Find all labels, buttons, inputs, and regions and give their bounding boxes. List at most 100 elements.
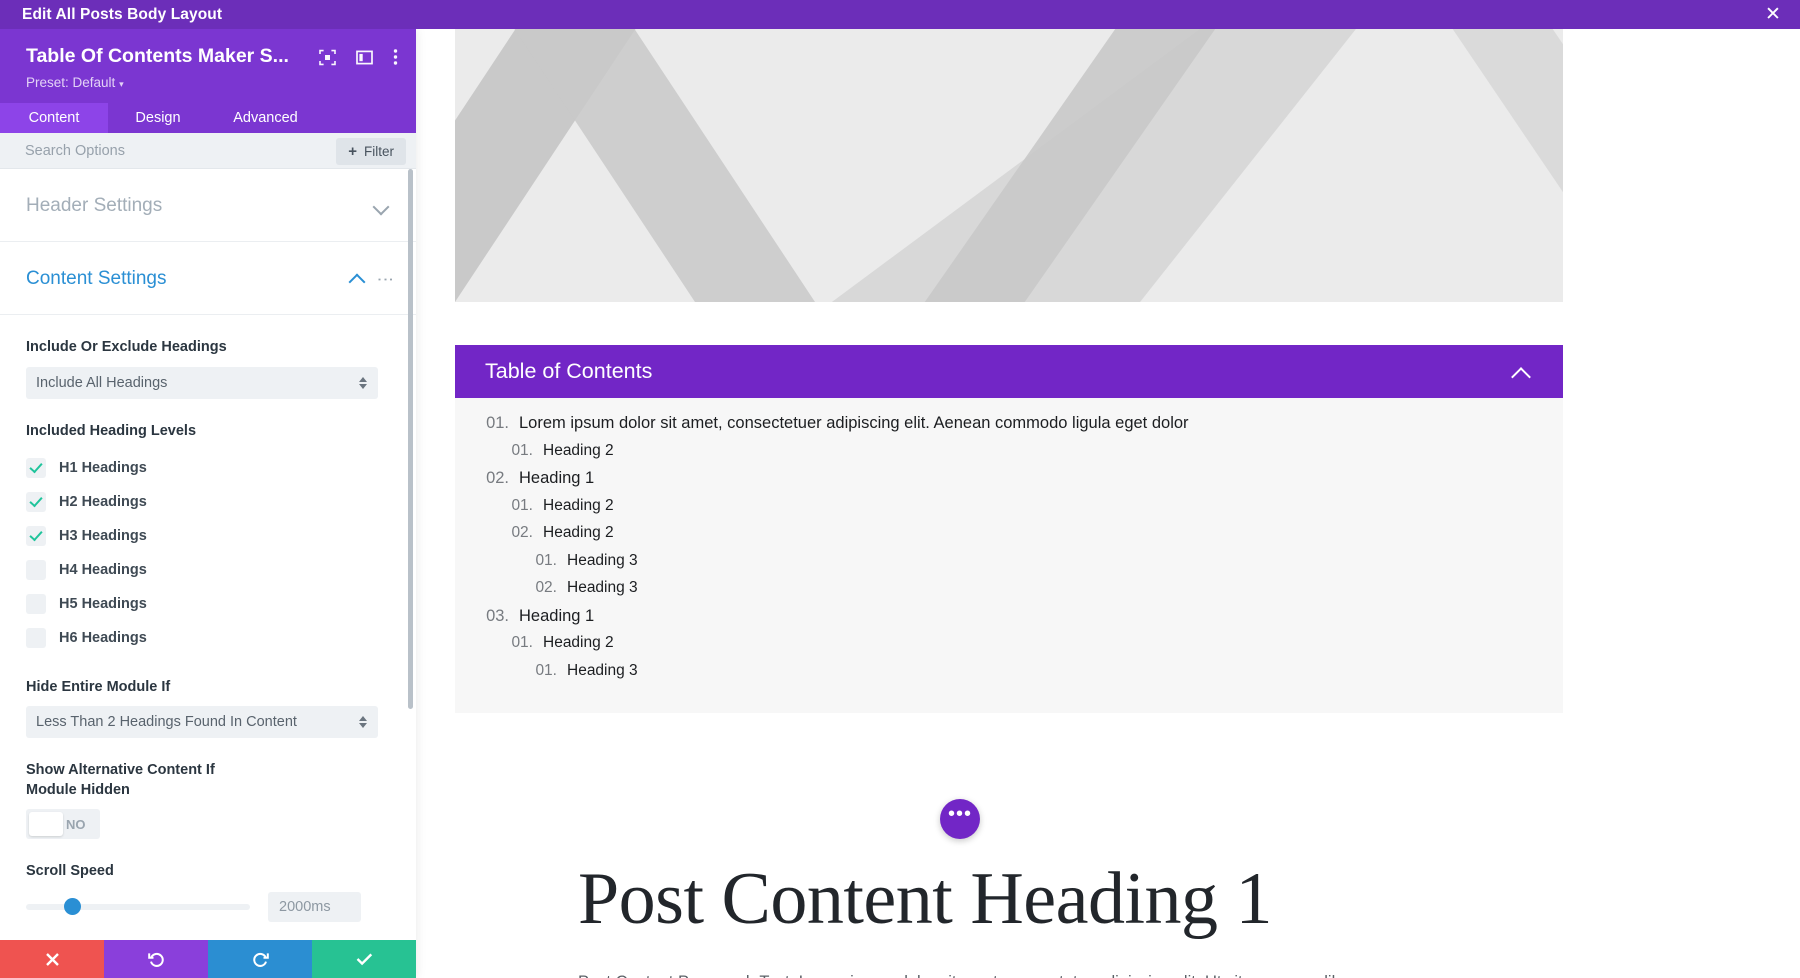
window-titlebar: Edit All Posts Body Layout ✕ — [0, 0, 1800, 29]
list-item-number: 02. — [535, 579, 557, 596]
alt-content-toggle[interactable]: NO — [26, 809, 100, 840]
scroll-speed-slider[interactable] — [26, 898, 250, 916]
close-icon[interactable]: ✕ — [1760, 2, 1786, 28]
list-item-label: Heading 2 — [543, 441, 614, 459]
divi-builder-screen: Edit All Posts Body Layout ✕ Table Of Co… — [0, 0, 1800, 978]
scroll-speed-value[interactable]: 2000ms — [268, 891, 361, 922]
list-item-label: Heading 3 — [567, 661, 638, 679]
cancel-button[interactable] — [0, 940, 104, 978]
tab-content[interactable]: Content — [0, 103, 108, 133]
list-item[interactable]: 01. Heading 3 — [455, 552, 1563, 580]
checkbox-h3[interactable]: H3 Headings — [26, 519, 390, 553]
section-header-settings[interactable]: Header Settings — [0, 169, 416, 243]
paragraph-text-after: . Ut vitae congue libero, — [1196, 973, 1369, 978]
list-item[interactable]: 02. Heading 2 — [455, 524, 1563, 552]
more-options-fab[interactable]: ••• — [940, 799, 980, 839]
hide-module-if-select[interactable]: Less Than 2 Headings Found In Content — [26, 706, 378, 739]
page-canvas: Table of Contents 01. Lorem ipsum dolor … — [416, 29, 1800, 978]
checkbox-label: H1 Headings — [59, 459, 147, 476]
select-spinner-icon — [359, 377, 367, 390]
save-button[interactable] — [312, 940, 416, 978]
field-show-alternative-content: Show Alternative Content If Module Hidde… — [0, 761, 416, 840]
paragraph-link[interactable]: consectetur adipiscing elit — [1007, 973, 1196, 978]
layout-panel-icon[interactable] — [356, 49, 373, 71]
toc-list: 01. Lorem ipsum dolor sit amet, consecte… — [455, 398, 1563, 713]
checkbox-label: H3 Headings — [59, 527, 147, 544]
checkbox-h5[interactable]: H5 Headings — [26, 587, 390, 621]
paragraph-text-before: Post Content Paragraph Text. Lorem ipsum… — [578, 973, 1007, 978]
list-item-label: Heading 2 — [543, 634, 614, 651]
checkbox-label: H5 Headings — [59, 595, 147, 612]
post-content-heading: Post Content Heading 1 — [578, 858, 1273, 940]
panel-action-bar — [0, 940, 416, 978]
window-title: Edit All Posts Body Layout — [22, 5, 223, 23]
list-item[interactable]: 01. Heading 2 — [455, 634, 1563, 662]
section-title: Content Settings — [26, 268, 167, 290]
include-exclude-select[interactable]: Include All Headings — [26, 367, 378, 400]
list-item[interactable]: 02. Heading 3 — [455, 579, 1563, 607]
list-item[interactable]: 01. Heading 3 — [455, 662, 1563, 690]
section-content-settings[interactable]: Content Settings ⋮ — [0, 242, 416, 316]
list-item[interactable]: 01. Heading 2 — [455, 497, 1563, 525]
select-value: Include All Headings — [36, 375, 168, 392]
focus-target-icon[interactable] — [319, 49, 336, 71]
list-item-label: Heading 2 — [543, 524, 614, 541]
list-item-label: Heading 2 — [543, 496, 614, 514]
field-label: Include Or Exclude Headings — [26, 339, 227, 356]
chevron-up-icon[interactable] — [1508, 359, 1534, 385]
undo-button[interactable] — [104, 940, 208, 978]
field-label-line1: Show Alternative Content If — [26, 762, 215, 779]
kebab-menu-icon[interactable]: ⋮ — [376, 271, 395, 288]
module-title: Table Of Contents Maker S... — [26, 45, 289, 67]
checkbox-checked-icon — [26, 491, 46, 512]
list-item-label: Heading 1 — [519, 469, 595, 487]
list-item-label: Heading 1 — [519, 606, 595, 625]
list-item-number: 01. — [511, 496, 533, 514]
preset-selector[interactable]: Preset: Default ▾ — [26, 75, 398, 90]
checkbox-checked-icon — [26, 525, 46, 546]
list-item-label: Lorem ipsum dolor sit amet, consectetuer… — [519, 414, 1189, 432]
checkbox-h4[interactable]: H4 Headings — [26, 553, 390, 587]
panel-scrollbar[interactable] — [408, 169, 413, 710]
list-item-number: 01. — [511, 441, 533, 459]
toggle-knob — [29, 812, 63, 837]
list-item[interactable]: 02. Heading 1 — [455, 469, 1563, 497]
module-settings-panel: Table Of Contents Maker S... Preset: Def… — [0, 29, 416, 978]
tab-advanced[interactable]: Advanced — [208, 103, 323, 133]
slider-handle[interactable] — [64, 898, 81, 916]
list-item-label: Heading 3 — [567, 551, 638, 569]
list-item[interactable]: 03. Heading 1 — [455, 607, 1563, 635]
checkbox-unchecked-icon — [26, 593, 46, 614]
checkbox-unchecked-icon — [26, 627, 46, 648]
tab-design[interactable]: Design — [108, 103, 208, 133]
toggle-state-label: NO — [66, 816, 86, 832]
ellipsis-icon: ••• — [947, 803, 972, 825]
checkbox-checked-icon — [26, 457, 46, 478]
list-item[interactable]: 01. Lorem ipsum dolor sit amet, consecte… — [455, 414, 1563, 442]
checkbox-h6[interactable]: H6 Headings — [26, 621, 390, 655]
field-label: Show Alternative Content If Module Hidde… — [26, 761, 390, 800]
checkbox-label: H6 Headings — [59, 629, 147, 646]
select-value: Less Than 2 Headings Found In Content — [36, 714, 297, 731]
list-item[interactable]: 01. Heading 2 — [455, 442, 1563, 470]
checkbox-h1[interactable]: H1 Headings — [26, 451, 390, 485]
select-spinner-icon — [359, 716, 367, 729]
list-item-number: 02. — [511, 524, 533, 541]
chevron-down-icon: ▾ — [119, 79, 124, 89]
list-item-number: 02. — [486, 469, 509, 487]
redo-button[interactable] — [208, 940, 312, 978]
heading-levels-checkbox-group: H1 Headings H2 Headings H3 Headings H4 H… — [26, 451, 390, 655]
field-label: Hide Entire Module If — [26, 678, 171, 695]
chevron-up-icon — [348, 270, 366, 288]
chevron-down-icon — [372, 197, 390, 215]
list-item-label: Heading 3 — [567, 579, 638, 596]
table-of-contents-module: Table of Contents 01. Lorem ipsum dolor … — [455, 345, 1563, 713]
field-label: Scroll Speed — [26, 863, 114, 880]
filter-button[interactable]: + Filter — [336, 137, 406, 165]
checkbox-h2[interactable]: H2 Headings — [26, 485, 390, 519]
plus-icon: + — [348, 142, 357, 160]
checkbox-label: H4 Headings — [59, 561, 147, 578]
toc-header: Table of Contents — [455, 345, 1563, 398]
kebab-menu-icon[interactable] — [393, 48, 398, 71]
search-input[interactable] — [25, 142, 255, 159]
